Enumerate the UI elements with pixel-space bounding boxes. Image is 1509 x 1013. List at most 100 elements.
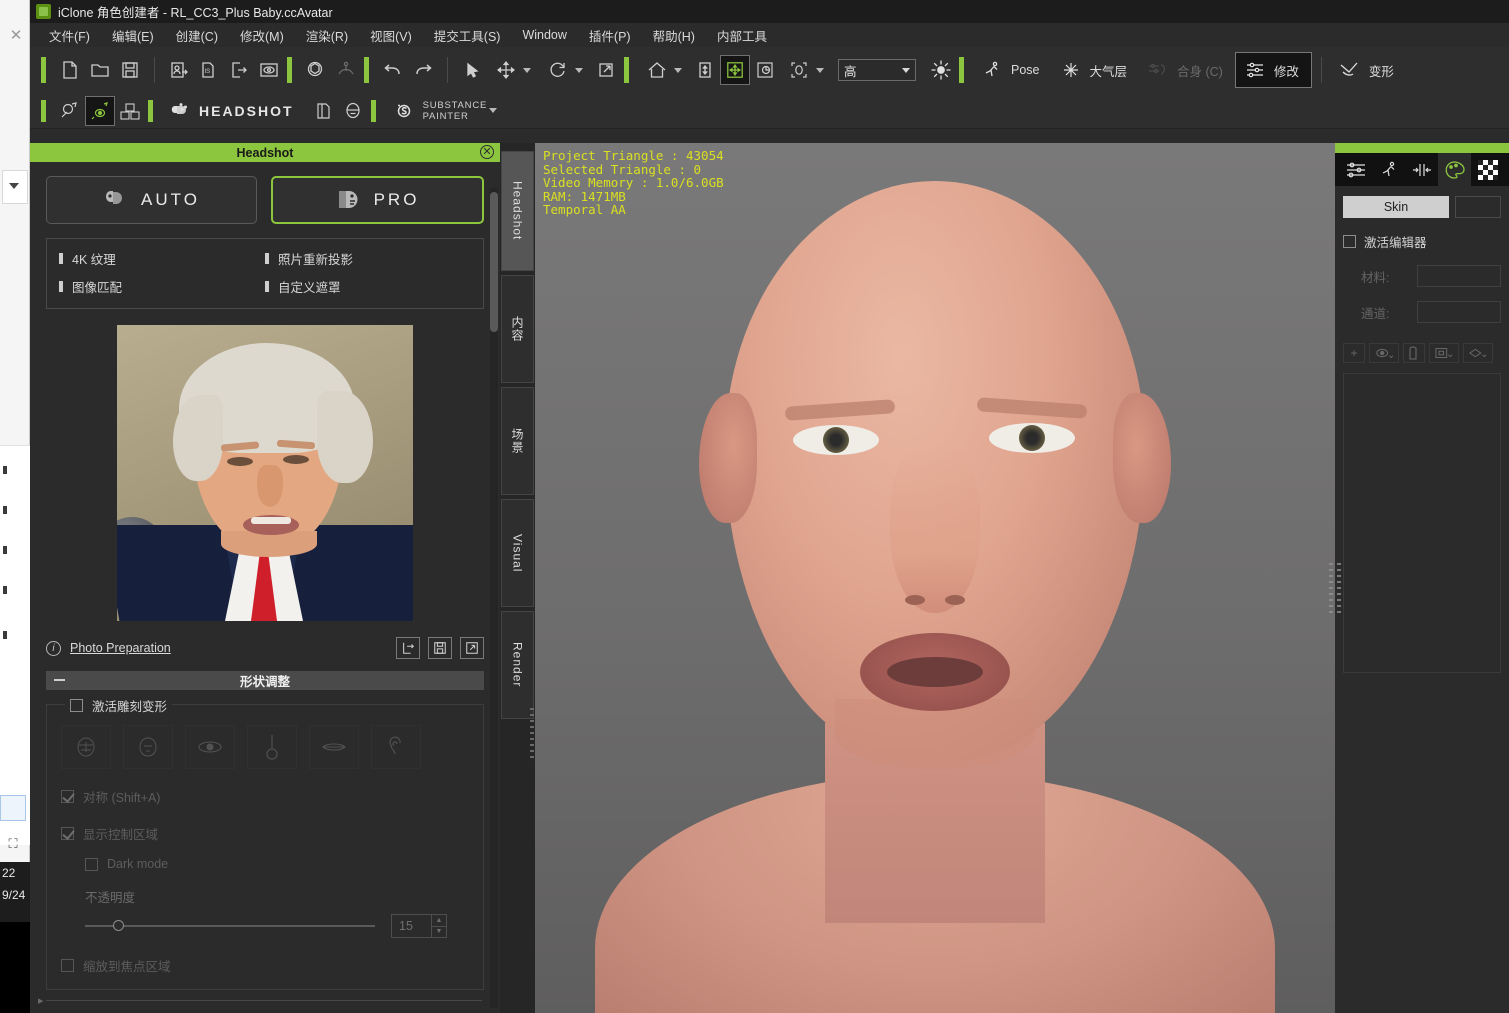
menu-help[interactable]: 帮助(H) xyxy=(642,23,706,48)
source-photo[interactable] xyxy=(117,325,413,621)
pose-button[interactable]: Pose xyxy=(973,53,1052,87)
morph-button[interactable]: 变形 xyxy=(1331,53,1406,87)
run-pose-icon[interactable] xyxy=(331,55,361,85)
zoom-focus-checkbox[interactable] xyxy=(61,959,74,972)
export-icon[interactable] xyxy=(224,55,254,85)
menu-internal-tools[interactable]: 内部工具 xyxy=(706,23,778,48)
symmetry-row[interactable]: 对称 (Shift+A) xyxy=(61,787,469,806)
frame-selected-icon[interactable] xyxy=(784,55,814,85)
rotate-tool-button[interactable] xyxy=(539,53,591,87)
import-object-icon[interactable]: IS xyxy=(194,55,224,85)
sculpt-head-icon[interactable] xyxy=(61,725,111,769)
quality-dropdown[interactable]: 高 xyxy=(838,59,916,81)
shape-section-header[interactable]: 形状调整 xyxy=(46,671,484,690)
substance-painter-button[interactable]: SUBSTANCE PAINTER xyxy=(385,94,506,128)
paint-icon[interactable] xyxy=(1463,343,1493,363)
sculpt-enable-row[interactable]: 激活雕刻变形 xyxy=(65,696,173,715)
redo-icon[interactable] xyxy=(408,55,438,85)
home-view-icon[interactable] xyxy=(642,55,672,85)
modify-icon[interactable] xyxy=(1240,55,1270,85)
modify-button[interactable]: 修改 xyxy=(1234,52,1312,88)
open-external-icon[interactable] xyxy=(460,637,484,659)
pose-icon[interactable] xyxy=(977,55,1007,85)
skin-extra-button[interactable] xyxy=(1455,196,1501,218)
sculpt-ear-icon[interactable] xyxy=(371,725,421,769)
menu-edit[interactable]: 编辑(E) xyxy=(101,23,165,48)
viewport-3d[interactable]: Project Triangle : 43054 Selected Triang… xyxy=(535,143,1335,1013)
background-list[interactable] xyxy=(0,445,30,845)
modify-mesh-icon[interactable] xyxy=(1405,153,1438,186)
stepper-arrows[interactable]: ▲ ▼ xyxy=(431,915,446,937)
home-view-button[interactable] xyxy=(638,53,690,87)
close-icon[interactable]: ✕ xyxy=(480,145,494,159)
load-character-icon[interactable] xyxy=(301,55,331,85)
props-icon[interactable] xyxy=(115,96,145,126)
sculpt-mouth-icon[interactable] xyxy=(309,725,359,769)
stepper-up-icon[interactable]: ▲ xyxy=(432,915,446,926)
symmetry-checkbox[interactable] xyxy=(61,790,74,803)
opacity-value[interactable]: 15 xyxy=(392,919,431,933)
load-photo-icon[interactable] xyxy=(396,637,420,659)
tab-render[interactable]: Render xyxy=(501,611,534,719)
rotate-icon[interactable] xyxy=(543,55,573,85)
select-arrow-icon[interactable] xyxy=(457,55,487,85)
crop-icon[interactable]: ⛶ xyxy=(2,836,24,856)
panel-resize-handle[interactable] xyxy=(530,708,534,758)
viewport-resize-handle[interactable] xyxy=(1329,563,1333,613)
dark-mode-row[interactable]: Dark mode xyxy=(85,857,469,871)
move-icon[interactable] xyxy=(491,55,521,85)
material-list[interactable] xyxy=(1343,373,1501,673)
attribute-icon[interactable] xyxy=(1339,153,1372,186)
menu-plugins[interactable]: 插件(P) xyxy=(578,23,642,48)
save-photo-icon[interactable] xyxy=(428,637,452,659)
scrollbar-thumb[interactable] xyxy=(490,192,498,332)
menu-render[interactable]: 渲染(R) xyxy=(295,23,359,48)
substance-painter-icon[interactable] xyxy=(389,96,419,126)
close-icon[interactable]: ✕ xyxy=(8,28,24,44)
menu-view[interactable]: 视图(V) xyxy=(359,23,423,48)
sculpt-nose-icon[interactable] xyxy=(247,725,297,769)
add-icon[interactable]: + xyxy=(1343,343,1365,363)
sculpt-eye-icon[interactable] xyxy=(185,725,235,769)
frame-selected-button[interactable] xyxy=(780,53,832,87)
activate-editor-row[interactable]: 激活编辑器 xyxy=(1343,232,1501,251)
menu-file[interactable]: 文件(F) xyxy=(38,23,101,48)
edit-avatar-icon[interactable] xyxy=(85,95,115,126)
preview-icon[interactable] xyxy=(254,55,284,85)
channel-input[interactable] xyxy=(1417,301,1501,323)
tab-visual[interactable]: Visual xyxy=(501,499,534,607)
new-file-icon[interactable] xyxy=(55,55,85,85)
chevron-down-icon[interactable] xyxy=(523,67,531,73)
opacity-slider-row[interactable]: 15 ▲ ▼ xyxy=(85,914,469,938)
skin-button[interactable]: Skin xyxy=(1343,196,1449,218)
sculpt-enable-checkbox[interactable] xyxy=(70,699,83,712)
right-panel-resize-handle[interactable] xyxy=(1337,563,1341,613)
scale-icon[interactable] xyxy=(591,55,621,85)
mode-pro-button[interactable]: PRO xyxy=(271,176,484,224)
fit-vertical-icon[interactable] xyxy=(690,55,720,85)
expand-icon[interactable]: ▸ xyxy=(38,994,44,1007)
import-avatar-icon[interactable] xyxy=(164,55,194,85)
create-avatar-icon[interactable] xyxy=(55,96,85,126)
preview-render-icon[interactable] xyxy=(750,55,780,85)
select-region-icon[interactable] xyxy=(1429,343,1459,363)
collapse-icon[interactable] xyxy=(54,679,65,681)
morph-icon[interactable] xyxy=(1335,55,1365,85)
transform-gizmo-icon[interactable] xyxy=(720,55,750,85)
fit-button[interactable]: 合身 (C) xyxy=(1139,53,1235,87)
sculpt-face-icon[interactable] xyxy=(123,725,173,769)
duplicate-icon[interactable] xyxy=(1403,343,1425,363)
mode-auto-button[interactable]: AUTO xyxy=(46,176,257,224)
dark-mode-checkbox[interactable] xyxy=(85,857,98,871)
slider-handle[interactable] xyxy=(113,920,124,931)
tab-headshot[interactable]: Headshot xyxy=(501,151,534,271)
light-icon[interactable] xyxy=(926,55,956,85)
chevron-down-icon[interactable] xyxy=(902,67,910,73)
atmosphere-button[interactable]: 大气层 xyxy=(1052,53,1140,87)
open-folder-icon[interactable] xyxy=(85,55,115,85)
chevron-down-icon[interactable] xyxy=(575,67,583,73)
page-flip-icon[interactable] xyxy=(308,96,338,126)
activate-editor-checkbox[interactable] xyxy=(1343,235,1356,248)
texture-checker-icon[interactable] xyxy=(1471,153,1504,186)
stepper-down-icon[interactable]: ▼ xyxy=(432,925,446,938)
